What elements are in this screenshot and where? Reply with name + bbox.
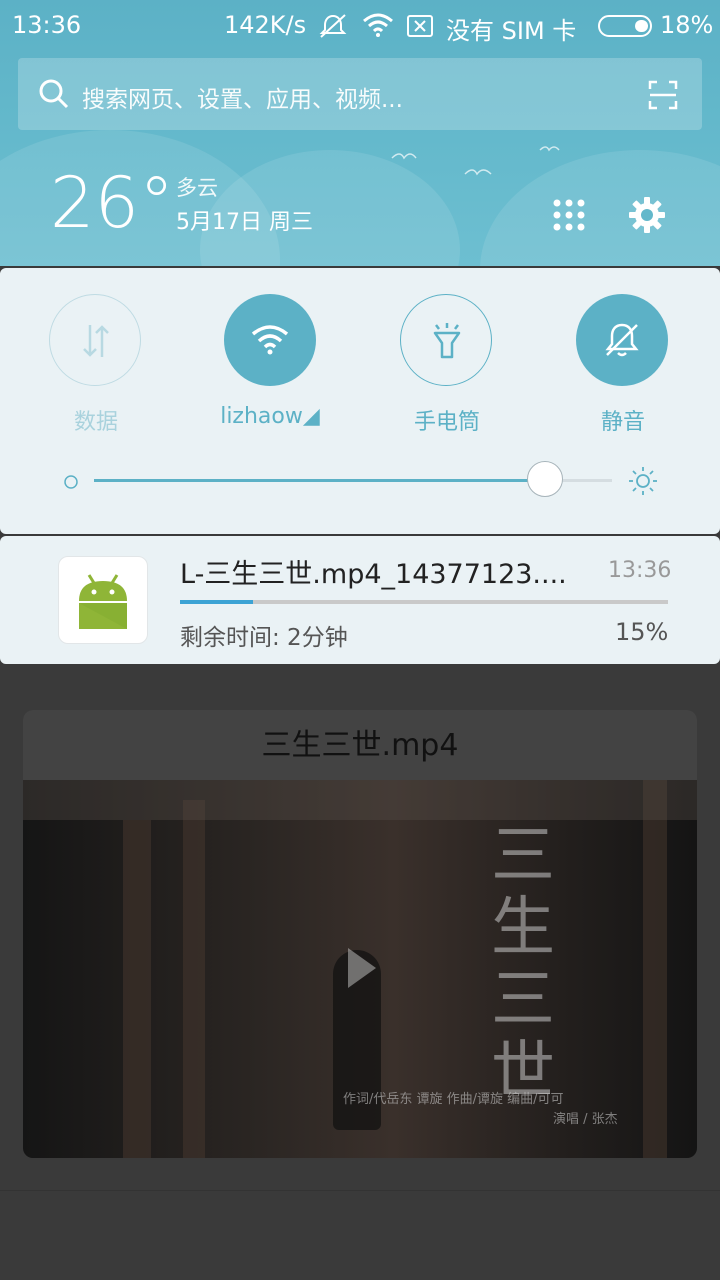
notification-title: L-三生三世.mp4_14377123.... xyxy=(180,559,567,590)
scene-roof xyxy=(23,780,697,820)
gear-icon[interactable] xyxy=(628,196,666,234)
mute-bell-icon xyxy=(605,323,639,357)
download-percent: 15% xyxy=(615,618,669,646)
android-icon xyxy=(79,574,127,629)
temperature: 26° xyxy=(50,162,175,244)
no-sim-icon xyxy=(407,15,433,37)
network-speed: 142K/s xyxy=(224,11,307,39)
download-notification[interactable]: L-三生三世.mp4_14377123.... 13:36 剩余时间: 2分钟 … xyxy=(0,536,720,664)
search-input[interactable]: 搜索网页、设置、应用、视频... xyxy=(82,80,403,114)
mute-toggle-button[interactable] xyxy=(576,294,668,386)
search-icon xyxy=(39,79,69,109)
flashlight-icon xyxy=(433,323,461,359)
mute-status-icon xyxy=(319,14,347,38)
scene-pillar xyxy=(643,780,667,1158)
divider xyxy=(0,1190,720,1191)
video-thumbnail[interactable]: 三生三世 作词/代岳东 谭旋 作曲/谭旋 编曲/可可 演唱 / 张杰 xyxy=(23,780,697,1158)
play-icon[interactable] xyxy=(344,946,378,990)
scene-pillar xyxy=(123,820,151,1158)
notification-time: 13:36 xyxy=(608,558,672,583)
flashlight-toggle-button[interactable] xyxy=(400,294,492,386)
brightness-slider[interactable] xyxy=(94,461,612,497)
scan-icon[interactable] xyxy=(648,80,678,110)
wifi-label: lizhaow◢ xyxy=(220,404,320,429)
weather-header: 13:36 142K/s 没有 SIM 卡 18% 搜索网页、设置、应用、视频.… xyxy=(0,0,720,266)
birds-decoration xyxy=(391,146,560,176)
video-card[interactable]: 三生三世.mp4 三生三世 作词/代岳东 谭旋 作曲/谭旋 编曲/可可 演唱 /… xyxy=(23,710,697,1158)
app-icon xyxy=(58,556,148,644)
carrier-text: 没有 SIM 卡 xyxy=(446,17,577,45)
download-progress-bar xyxy=(180,600,668,604)
battery-percent: 18% xyxy=(660,11,714,39)
data-toggle-icon xyxy=(83,325,109,357)
flashlight-label: 手电筒 xyxy=(413,410,480,435)
wifi-toggle-button[interactable] xyxy=(224,294,316,386)
brightness-slider-thumb[interactable] xyxy=(526,461,563,497)
video-title: 三生三世.mp4 xyxy=(23,710,697,780)
data-label: 数据 xyxy=(73,410,118,435)
battery-icon xyxy=(598,15,652,37)
brightness-low-icon xyxy=(64,475,78,489)
brightness-slider-fill xyxy=(94,479,545,482)
credits-line: 演唱 / 张杰 xyxy=(553,1112,618,1127)
weather-condition: 多云 xyxy=(176,176,218,200)
wifi-status-icon xyxy=(363,13,393,37)
mute-label: 静音 xyxy=(600,410,645,435)
date-text: 5月17日 周三 xyxy=(176,210,313,235)
grid-menu-icon[interactable] xyxy=(552,198,586,232)
download-progress-fill xyxy=(180,600,254,604)
brightness-high-icon xyxy=(629,467,657,495)
data-toggle-button[interactable] xyxy=(49,294,141,386)
scene-pillar xyxy=(183,800,205,1158)
search-bar[interactable]: 搜索网页、设置、应用、视频... xyxy=(18,58,702,130)
status-time: 13:36 xyxy=(12,11,82,39)
calligraphy-title: 三生三世 xyxy=(491,819,555,1109)
credits-line: 作词/代岳东 谭旋 作曲/谭旋 编曲/可可 xyxy=(343,1092,564,1107)
status-bar: 13:36 142K/s 没有 SIM 卡 18% xyxy=(0,0,720,52)
remaining-time: 剩余时间: 2分钟 xyxy=(180,625,348,651)
quick-settings-panel: 数据 lizhaow◢ 手电筒 静音 xyxy=(0,268,720,534)
wifi-icon xyxy=(251,325,289,355)
